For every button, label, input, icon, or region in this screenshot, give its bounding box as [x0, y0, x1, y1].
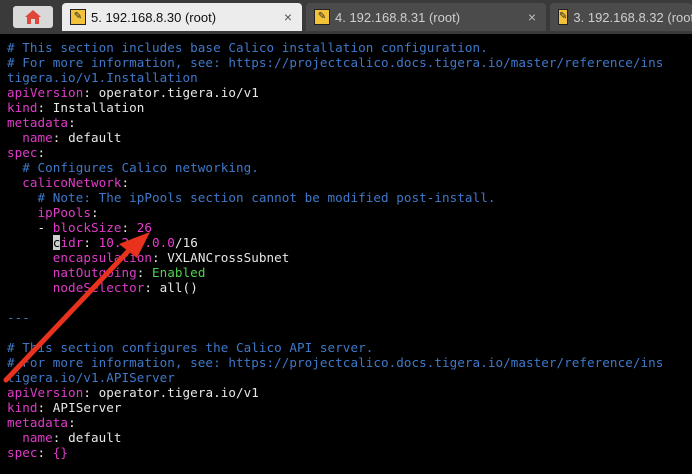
terminal-line: calicoNetwork: — [7, 175, 130, 190]
tab-session-4[interactable]: ✎ 4. 192.168.8.31 (root) × — [306, 3, 546, 31]
terminal-line: tigera.io/v1.APIServer — [7, 370, 175, 385]
terminal-line: name: default — [7, 430, 122, 445]
terminal-line: spec: — [7, 145, 46, 160]
close-icon[interactable]: × — [528, 9, 536, 25]
terminal-icon: ✎ — [314, 9, 330, 25]
tab-label: 4. 192.168.8.31 (root) — [335, 9, 461, 25]
tab-label: 3. 192.168.8.32 (root) — [573, 9, 692, 25]
tab-session-3[interactable]: ✎ 3. 192.168.8.32 (root) — [550, 3, 692, 31]
tab-bar: ✎ 5. 192.168.8.30 (root) × ✎ 4. 192.168.… — [0, 0, 692, 34]
terminal-line: # For more information, see: https://pro… — [7, 355, 664, 370]
tab-session-5[interactable]: ✎ 5. 192.168.8.30 (root) × — [62, 3, 302, 31]
terminal-line: encapsulation: VXLANCrossSubnet — [7, 250, 290, 265]
terminal-line: metadata: — [7, 415, 76, 430]
terminal-line: apiVersion: operator.tigera.io/v1 — [7, 85, 259, 100]
terminal-line: # Configures Calico networking. — [7, 160, 259, 175]
home-button[interactable] — [13, 6, 53, 28]
terminal-line: metadata: — [7, 115, 76, 130]
terminal-line: # This section configures the Calico API… — [7, 340, 374, 355]
terminal-icon: ✎ — [558, 9, 569, 25]
terminal-line: # This section includes base Calico inst… — [7, 40, 488, 55]
terminal-line: nodeSelector: all() — [7, 280, 198, 295]
terminal-output[interactable]: # This section includes base Calico inst… — [0, 34, 692, 474]
terminal-line: ipPools: — [7, 205, 99, 220]
terminal-line: tigera.io/v1.Installation — [7, 70, 198, 85]
home-icon — [25, 10, 41, 24]
terminal-line: # For more information, see: https://pro… — [7, 55, 664, 70]
terminal-icon: ✎ — [70, 9, 86, 25]
terminal-line: - blockSize: 26 — [7, 220, 153, 235]
terminal-line: --- — [7, 310, 30, 325]
terminal-line: kind: APIServer — [7, 400, 122, 415]
tab-label: 5. 192.168.8.30 (root) — [91, 9, 217, 25]
close-icon[interactable]: × — [284, 9, 292, 25]
terminal-line: spec: {} — [7, 445, 69, 460]
terminal-line: name: default — [7, 130, 122, 145]
terminal-line: cidr: 10.244.0.0/16 — [52, 235, 198, 250]
terminal-line: kind: Installation — [7, 100, 145, 115]
terminal-line: # Note: The ipPools section cannot be mo… — [7, 190, 496, 205]
terminal-line: apiVersion: operator.tigera.io/v1 — [7, 385, 259, 400]
terminal-line: natOutgoing: Enabled — [7, 265, 206, 280]
